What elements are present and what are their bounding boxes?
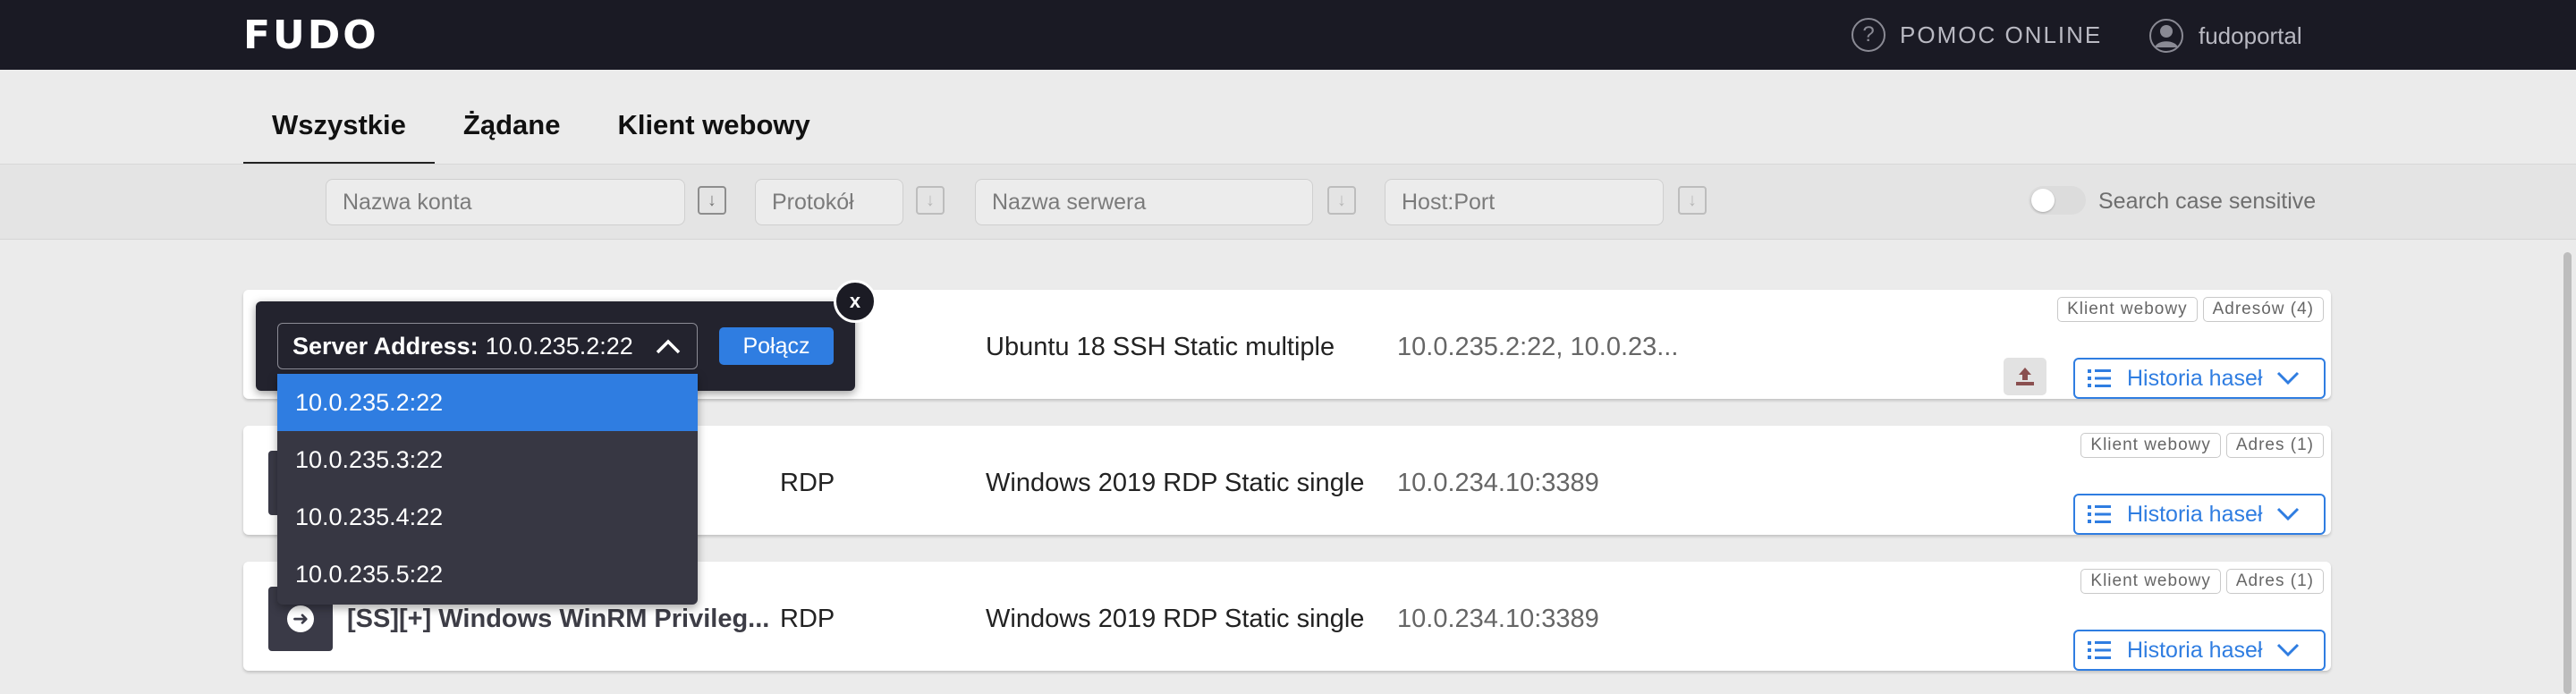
user-avatar-icon [2149, 19, 2183, 53]
list-icon [2088, 505, 2111, 523]
sort-account-icon[interactable]: ↓ [698, 186, 726, 215]
upload-button[interactable] [2004, 358, 2046, 395]
web-client-badge: Klient webowy [2080, 433, 2221, 458]
vertical-scrollbar[interactable] [2563, 252, 2572, 694]
address-count-badge: Adresów (4) [2202, 297, 2324, 322]
sort-server-icon[interactable]: ↓ [1327, 186, 1356, 215]
tab-all[interactable]: Wszystkie [243, 93, 435, 165]
server-address-select[interactable]: Server Address: 10.0.235.2:22 [277, 323, 698, 369]
server-address-select-label: Server Address: [292, 332, 479, 360]
sort-hostport-icon[interactable]: ↓ [1678, 186, 1707, 215]
server-address: 10.0.234.10:3389 [1397, 605, 1599, 633]
server-name: Windows 2019 RDP Static single [986, 469, 1365, 497]
list-icon [2088, 369, 2111, 387]
question-circle-icon: ? [1852, 18, 1885, 52]
badge-group: Klient webowy Adres (1) [2080, 569, 2324, 594]
dropdown-option[interactable]: 10.0.235.2:22 [277, 374, 698, 431]
fudo-logo[interactable]: FUDO [243, 13, 379, 58]
chevron-down-icon [2277, 507, 2300, 521]
connect-submit-button[interactable]: Połącz [719, 327, 834, 365]
password-history-label: Historia haseł [2127, 637, 2263, 663]
password-history-button[interactable]: Historia haseł [2073, 358, 2326, 399]
web-client-badge: Klient webowy [2080, 569, 2221, 594]
tab-requested[interactable]: Żądane [435, 93, 589, 165]
badge-group: Klient webowy Adres (1) [2080, 433, 2324, 458]
list-icon [2088, 641, 2111, 659]
server-name-filter[interactable]: Nazwa serwera [975, 179, 1313, 225]
upload-icon [2016, 368, 2034, 385]
badge-group: Klient webowy Adresów (4) [2057, 297, 2324, 322]
case-sensitive-label: Search case sensitive [2098, 189, 2317, 214]
help-online-label: POMOC ONLINE [1900, 21, 2103, 48]
chevron-up-icon [656, 339, 681, 354]
server-address: 10.0.235.2:22, 10.0.23... [1397, 333, 1679, 361]
tab-web-client[interactable]: Klient webowy [589, 93, 838, 165]
protocol: RDP [780, 605, 835, 633]
chevron-down-icon [2277, 371, 2300, 385]
address-count-badge: Adres (1) [2225, 569, 2324, 594]
server-name: Windows 2019 RDP Static single [986, 605, 1365, 633]
dropdown-option[interactable]: 10.0.235.5:22 [277, 546, 698, 603]
server-address: 10.0.234.10:3389 [1397, 469, 1599, 497]
server-address-dropdown: 10.0.235.2:22 10.0.235.3:22 10.0.235.4:2… [277, 374, 698, 605]
dropdown-option[interactable]: 10.0.235.3:22 [277, 431, 698, 488]
address-count-badge: Adres (1) [2225, 433, 2324, 458]
server-name: Ubuntu 18 SSH Static multiple [986, 333, 1335, 361]
dropdown-option[interactable]: 10.0.235.4:22 [277, 488, 698, 546]
chevron-down-icon [2277, 643, 2300, 657]
password-history-label: Historia haseł [2127, 365, 2263, 391]
case-sensitive-toggle[interactable] [2029, 186, 2086, 215]
account-name-filter[interactable]: Nazwa konta [326, 179, 685, 225]
password-history-button[interactable]: Historia haseł [2073, 630, 2326, 671]
password-history-label: Historia haseł [2127, 501, 2263, 527]
close-popup-button[interactable]: x [834, 280, 877, 323]
account-title: [SS][+] Windows WinRM Privileg... [347, 605, 770, 633]
help-online-link[interactable]: ? POMOC ONLINE [1852, 18, 2102, 52]
user-menu[interactable]: fudoportal [2148, 18, 2302, 54]
protocol-filter[interactable]: Protokół [755, 179, 903, 225]
host-port-filter[interactable]: Host:Port [1385, 179, 1664, 225]
sort-protocol-icon[interactable]: ↓ [916, 186, 945, 215]
server-address-select-value: 10.0.235.2:22 [485, 332, 633, 360]
protocol: RDP [780, 469, 835, 497]
web-client-badge: Klient webowy [2057, 297, 2198, 322]
top-bar: FUDO ? POMOC ONLINE fudoportal [0, 0, 2576, 70]
tab-bar: Wszystkie Żądane Klient webowy [243, 93, 839, 165]
password-history-button[interactable]: Historia haseł [2073, 494, 2326, 535]
arrow-right-icon: ➜ [287, 605, 314, 632]
username-label: fudoportal [2199, 21, 2302, 49]
